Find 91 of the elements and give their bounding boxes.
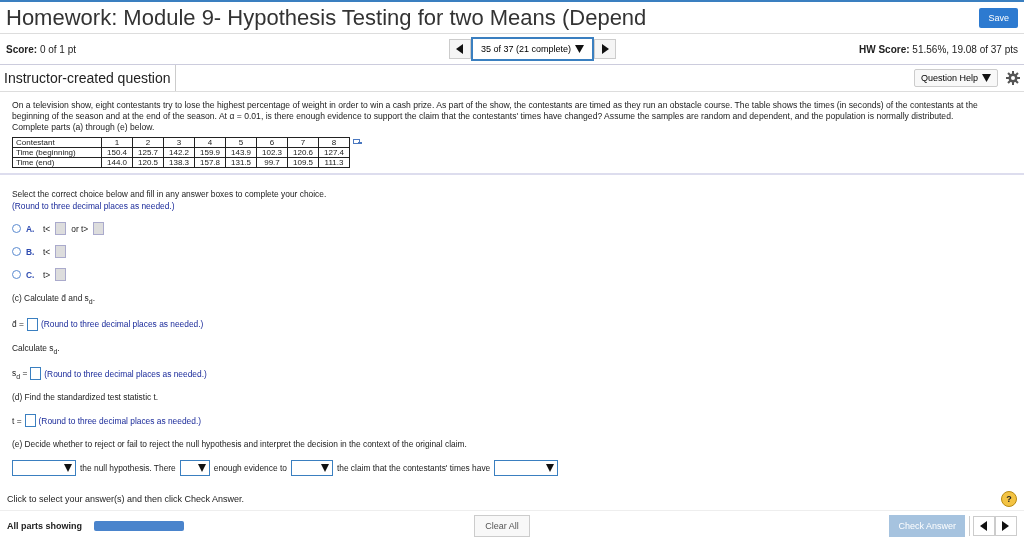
choice-text: t<: [43, 246, 51, 257]
table-cell: 2: [132, 137, 164, 148]
instruction-text: Select the correct choice below and fill in any answer boxes to complete your choice.: [12, 189, 328, 200]
choice-text: or t>: [71, 223, 89, 234]
save-button[interactable]: Save: [979, 7, 1018, 28]
dropdown-triangle-icon: [575, 45, 585, 53]
help-icon[interactable]: ?: [1001, 491, 1017, 508]
dropdown-triangle-icon: [320, 464, 329, 473]
table-cell: 150.4: [101, 147, 133, 158]
answer-box[interactable]: [55, 222, 67, 235]
answer-label: t =: [12, 415, 22, 426]
answer-label: s$_{d}$ =: [12, 368, 28, 380]
answer-box[interactable]: [24, 414, 36, 428]
answer-box[interactable]: [26, 317, 38, 331]
answer-dropdown[interactable]: [290, 460, 333, 477]
table-cell: 3: [163, 137, 195, 148]
table-cell: 8: [318, 137, 350, 148]
table-cell: Contestant: [12, 137, 102, 148]
dropdown-triangle-icon: [64, 464, 72, 473]
table-cell: 138.3: [163, 157, 195, 168]
table-cell: 125.7: [132, 147, 164, 158]
left-triangle-icon: [456, 44, 464, 54]
table-cell: 5: [225, 137, 257, 148]
settings-icon[interactable]: [1006, 71, 1020, 85]
table-cell: 159.9: [194, 147, 226, 158]
table-cell: 120.6: [287, 147, 319, 158]
next-question-button[interactable]: [594, 39, 617, 59]
footer-instruction: Click to select your answer(s) and then click Check Answer.: [7, 494, 245, 505]
radio-button[interactable]: [12, 270, 21, 279]
answer-box[interactable]: [55, 245, 67, 258]
choice-letter: C.: [26, 269, 36, 280]
popout-icon[interactable]: [353, 139, 362, 146]
answer-box[interactable]: [93, 222, 105, 235]
next-button[interactable]: [995, 516, 1017, 537]
question-selector[interactable]: 35 of 37 (21 complete): [471, 37, 595, 61]
clear-all-button[interactable]: Clear All: [474, 515, 530, 538]
rounding-hint: (Round to three decimal places as needed.): [38, 415, 202, 426]
answer-dropdown[interactable]: [494, 460, 559, 477]
dropdown-triangle-icon: [982, 74, 991, 82]
left-triangle-icon: [980, 521, 988, 532]
part-c-heading: (c) Calculate d̄ and s$_{d}$.: [12, 293, 97, 307]
answer-box[interactable]: [55, 268, 67, 281]
answer-dropdown[interactable]: [179, 460, 210, 477]
sentence-text: the claim that the contestants' times have: [336, 463, 491, 474]
choice-letter: A.: [26, 223, 36, 234]
table-cell: 4: [194, 137, 226, 148]
score-text: Score: 0 of 1 pt: [6, 43, 77, 55]
table-cell: Time (end): [12, 157, 102, 168]
choice-text: t>: [43, 269, 51, 280]
table-cell: 1: [101, 137, 133, 148]
choice-letter: B.: [26, 246, 36, 257]
calculate-text: Calculate s$_{d}$.: [12, 342, 61, 357]
table-cell: Time (beginning): [12, 147, 102, 158]
question-help-button[interactable]: Question Help: [913, 69, 998, 87]
rounding-hint: (Round to three decimal places as needed.): [12, 201, 176, 212]
sentence-text: the null hypothesis. There: [80, 463, 176, 474]
table-cell: 111.3: [318, 157, 350, 168]
right-triangle-icon: [601, 44, 610, 54]
table-cell: 109.5: [287, 157, 319, 168]
table-cell: 99.7: [256, 157, 288, 168]
hw-score-text: HW Score: 51.56%, 19.08 of 37 pts: [859, 43, 1018, 55]
answer-label: d̄ =: [12, 319, 24, 330]
table-cell: 157.8: [194, 157, 226, 168]
table-cell: 127.4: [318, 147, 350, 158]
part-e-heading: (e) Decide whether to reject or fail to reject the null hypothesis and interpret the decision in the context of the original claim.: [12, 439, 468, 451]
previous-button[interactable]: [973, 516, 995, 537]
sentence-text: enough evidence to: [213, 463, 287, 474]
table-cell: 6: [256, 137, 288, 148]
part-d-heading: (d) Find the standardized test statistic t.: [12, 392, 160, 404]
table-cell: 142.2: [163, 147, 195, 158]
question-text: On a television show, eight contestants try to lose the highest percentage of weight in order to win a cash prize. As part of the show, the contestants are timed as they run an obstacle course. The table shows the times (in seconds) of the contestants at the beginning of the season and at the end of the season. At α = 0.01, is there enough evidence to support the claim that the contestants' times have changed? Assume the samples are random and dependent, and the population is normally distributed. Complete parts (a) through (e) below.: [12, 100, 979, 133]
table-cell: 7: [287, 137, 319, 148]
table-cell: 131.5: [225, 157, 257, 168]
previous-question-button[interactable]: [449, 39, 471, 59]
table-cell: 120.5: [132, 157, 164, 168]
table-cell: 144.0: [101, 157, 133, 168]
table-cell: 143.9: [225, 147, 257, 158]
rounding-hint: (Round to three decimal places as needed.): [44, 368, 207, 379]
answer-dropdown[interactable]: [12, 460, 76, 477]
dropdown-triangle-icon: [197, 464, 206, 473]
question-type-label: Instructor-created question: [4, 65, 176, 91]
rounding-hint: (Round to three decimal places as needed.): [40, 319, 204, 330]
table-cell: 102.3: [256, 147, 288, 158]
radio-button[interactable]: [12, 247, 21, 256]
homework-title: Homework: Module 9- Hypothesis Testing for two Means (Depend: [6, 4, 647, 31]
choice-text: t<: [43, 223, 51, 234]
parts-label: All parts showing: [7, 521, 82, 532]
dropdown-triangle-icon: [546, 464, 555, 473]
right-triangle-icon: [1002, 521, 1010, 532]
answer-box[interactable]: [30, 367, 42, 381]
radio-button[interactable]: [12, 224, 21, 233]
